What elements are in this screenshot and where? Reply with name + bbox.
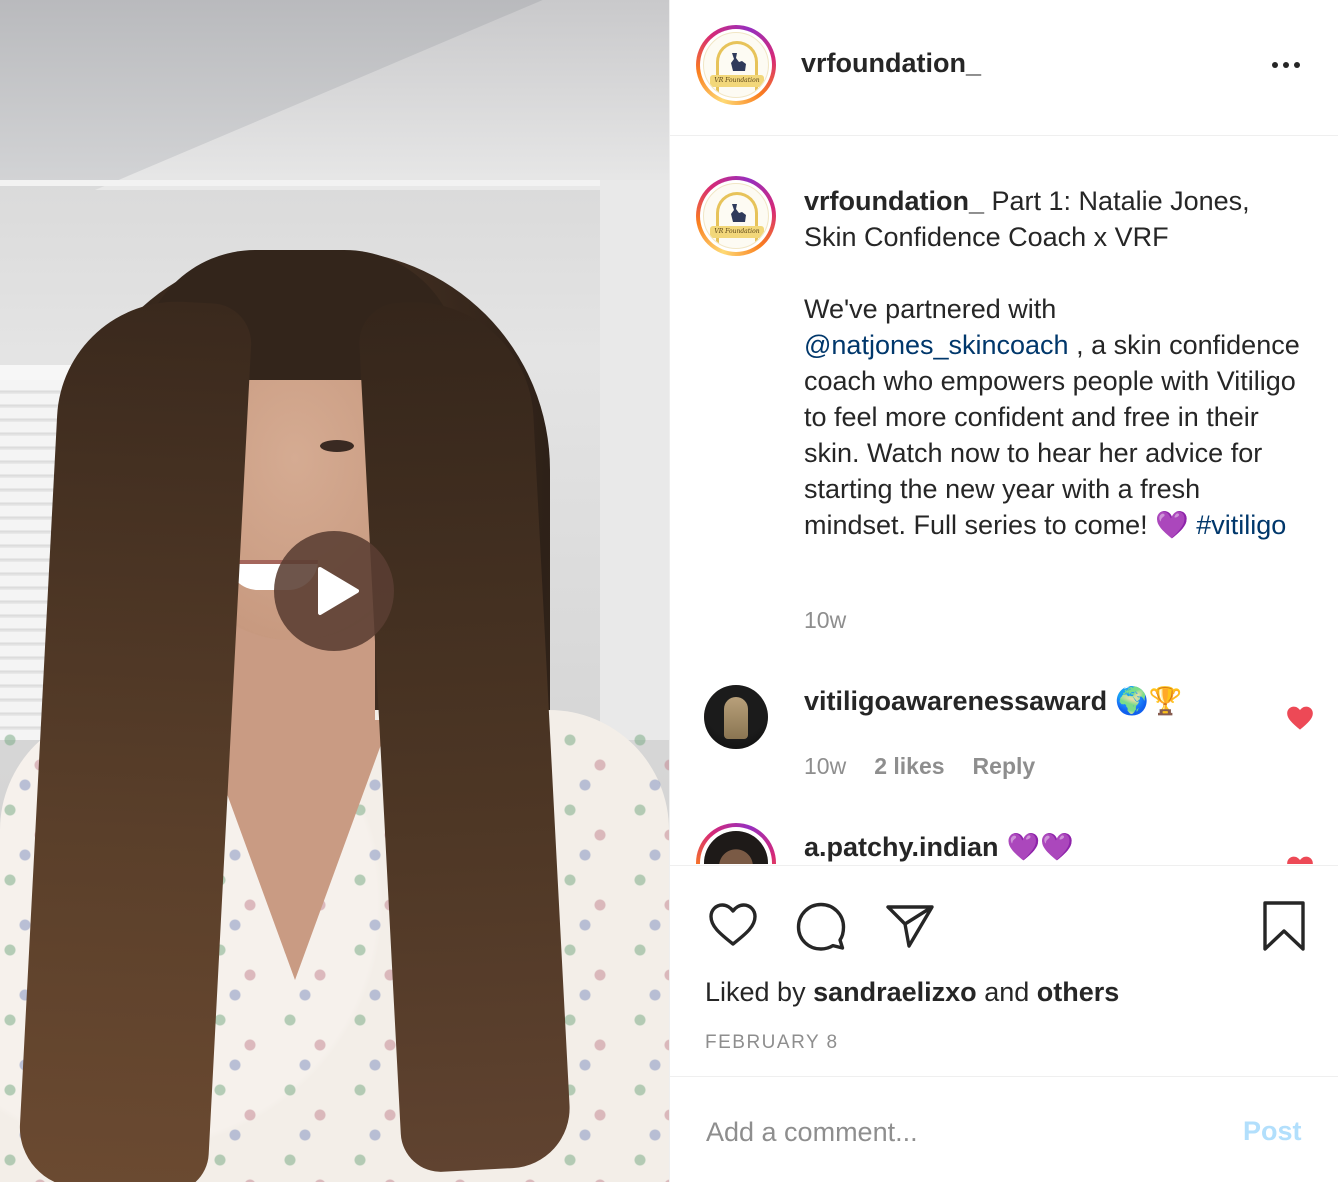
comment-like-heart-icon[interactable]: [1286, 705, 1314, 731]
video-scene-wall: [600, 180, 669, 740]
video-scene-eye: [320, 440, 354, 452]
likes-summary: Liked by sandraelizxo and others: [705, 977, 1119, 1008]
caption-title-line: vrfoundation_ Part 1: Natalie Jones, Ski…: [804, 183, 1309, 255]
purple-heart-emoji: 💜: [1155, 510, 1189, 540]
comments-scroll-area[interactable]: VR Foundation vrfoundation_ Part 1: Nata…: [670, 137, 1338, 864]
bookmark-icon[interactable]: [1262, 900, 1306, 952]
comment-username[interactable]: a.patchy.indian: [804, 832, 999, 862]
caption-body: We've partnered with @natjones_skincoach…: [804, 291, 1309, 543]
deer-icon: [731, 53, 746, 71]
logo-banner: VR Foundation: [710, 226, 764, 238]
caption-body-rest: , a skin confidence coach who empowers p…: [804, 330, 1300, 540]
post-header: VR Foundation vrfoundation_: [670, 0, 1338, 136]
caption-time[interactable]: 10w: [804, 607, 846, 634]
hashtag-link[interactable]: #vitiligo: [1196, 510, 1286, 540]
comment-avatar[interactable]: [696, 823, 776, 864]
avatar-inner: VR Foundation: [700, 180, 772, 252]
comment-icon[interactable]: [796, 901, 846, 951]
share-icon[interactable]: [885, 903, 935, 949]
comment-time[interactable]: 10w: [804, 753, 846, 780]
play-icon: [318, 567, 359, 615]
avatar-inner: VR Foundation: [700, 29, 772, 101]
vr-foundation-logo: VR Foundation: [703, 32, 769, 98]
comment-text: vitiligoawarenessaward 🌍🏆: [804, 685, 1182, 717]
avatar[interactable]: VR Foundation: [696, 25, 776, 105]
post-date[interactable]: FEBRUARY 8: [705, 1032, 839, 1054]
caption-body-start: We've partnered with: [804, 294, 1057, 324]
mention-link[interactable]: @natjones_skincoach: [804, 330, 1069, 360]
header-username[interactable]: vrfoundation_: [801, 48, 981, 79]
comment-emojis: 💜💜: [1006, 832, 1074, 862]
post-actions: Liked by sandraelizxo and others FEBRUAR…: [670, 865, 1338, 1077]
comment-like-heart-icon[interactable]: [1286, 855, 1314, 864]
reply-button[interactable]: Reply: [973, 753, 1036, 780]
comment-likes[interactable]: 2 likes: [874, 753, 944, 780]
avatar-photo: [704, 831, 768, 864]
avatar-inner: [700, 827, 772, 864]
post-video[interactable]: [0, 0, 669, 1182]
vr-foundation-logo: VR Foundation: [703, 183, 769, 249]
heart-icon[interactable]: [708, 902, 758, 948]
caption-avatar[interactable]: VR Foundation: [696, 176, 776, 256]
liked-by-user[interactable]: sandraelizxo: [813, 977, 977, 1007]
liked-by-label: Liked by: [705, 977, 806, 1007]
dot: [1294, 62, 1300, 68]
add-comment-bar: Post: [670, 1078, 1338, 1182]
dot: [1272, 62, 1278, 68]
comment-username[interactable]: vitiligoawarenessaward: [804, 686, 1107, 716]
play-button[interactable]: [274, 531, 394, 651]
dot: [1283, 62, 1289, 68]
likes-conjunction: and: [984, 977, 1030, 1007]
deer-icon: [731, 204, 746, 222]
comment-avatar[interactable]: [704, 685, 768, 749]
comment-input[interactable]: [706, 1110, 1226, 1154]
logo-banner: VR Foundation: [710, 75, 764, 87]
comment-text: a.patchy.indian 💜💜: [804, 831, 1074, 863]
trophy-avatar-image: [704, 685, 768, 749]
post-button[interactable]: Post: [1243, 1116, 1302, 1147]
caption-username[interactable]: vrfoundation_: [804, 186, 984, 216]
video-scene-rim: [0, 180, 669, 186]
post-details-panel: VR Foundation vrfoundation_ VR Foundatio…: [669, 0, 1338, 1182]
caption-text: vrfoundation_ Part 1: Natalie Jones, Ski…: [804, 183, 1309, 543]
more-options-icon[interactable]: [1266, 50, 1306, 80]
liked-by-others[interactable]: others: [1037, 977, 1120, 1007]
comment-emojis: 🌍🏆: [1115, 686, 1183, 716]
comment-meta: 10w 2 likes Reply: [804, 753, 1035, 780]
